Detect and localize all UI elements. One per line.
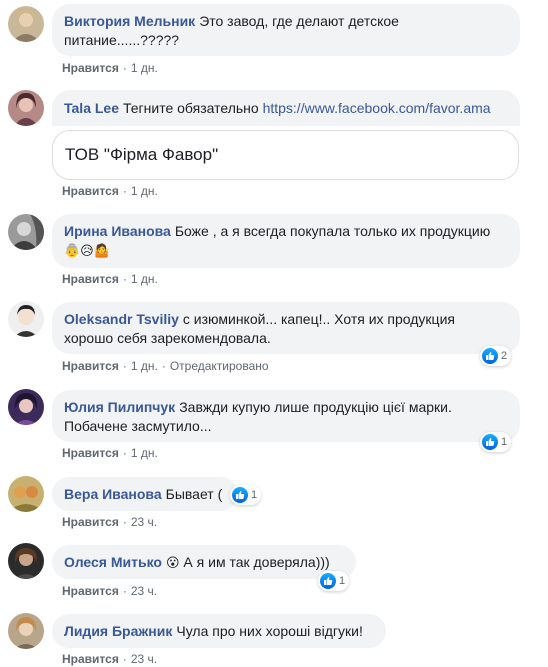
comment-time[interactable]: 1 дн. <box>131 184 158 198</box>
avatar[interactable] <box>8 476 44 512</box>
thumbs-up-icon <box>482 348 498 364</box>
comment-author[interactable]: Oleksandr Tsviliy <box>64 311 179 327</box>
comment-time[interactable]: 1 дн. <box>131 272 158 286</box>
comment-text: Бывает ( <box>165 486 223 502</box>
like-link[interactable]: Нравится <box>62 272 119 286</box>
reaction-count[interactable]: 2 <box>480 346 512 366</box>
comment-time[interactable]: 1 дн. <box>131 61 158 75</box>
thumbs-up-icon <box>482 434 498 450</box>
comment-author[interactable]: Tala Lee <box>64 100 119 116</box>
edited-label[interactable]: Отредактировано <box>170 359 269 373</box>
like-link[interactable]: Нравится <box>62 515 119 529</box>
reaction-number: 1 <box>501 436 508 448</box>
like-link[interactable]: Нравится <box>62 61 119 75</box>
comment-meta: Нравится · 23 ч. <box>62 652 158 666</box>
comment-time[interactable]: 1 дн. <box>131 359 158 373</box>
reaction-number: 1 <box>339 575 346 587</box>
comment-bubble: Юлия Пилипчук Завжди купую лише продукцію… <box>52 390 520 442</box>
avatar[interactable] <box>8 6 44 42</box>
comment-bubble: Tala Lee Тегните обязательно https://www.… <box>52 90 520 126</box>
like-link[interactable]: Нравится <box>62 359 119 373</box>
comment-text: Тегните обязательно <box>123 100 263 116</box>
comment-author[interactable]: Юлия Пилипчук <box>64 399 175 415</box>
comment-meta: Нравится · 1 дн. <box>62 272 158 286</box>
surprised-face-icon: 😮 <box>165 555 180 570</box>
comment-bubble: Олеся Митько 😮 А я им так доверяла))) <box>52 545 356 579</box>
comment-bubble: Лидия Бражник Чула про них хороші відгуки… <box>52 614 386 648</box>
comment-meta: Нравится · 23 ч. <box>62 584 158 598</box>
thumbs-up-icon <box>232 487 248 503</box>
reaction-number: 1 <box>251 489 258 501</box>
like-link[interactable]: Нравится <box>62 584 119 598</box>
comment-meta: Нравится · 1 дн. <box>62 446 158 460</box>
avatar[interactable] <box>8 389 44 425</box>
reaction-number: 2 <box>501 350 508 362</box>
comment-bubble: Oleksandr Tsviliy с изюминкой... капец!..… <box>52 302 520 354</box>
comment-time[interactable]: 1 дн. <box>131 446 158 460</box>
reaction-count[interactable]: 1 <box>318 571 350 591</box>
comment-text: Боже , а я всегда покупала только их про… <box>174 223 491 239</box>
like-link[interactable]: Нравится <box>62 184 119 198</box>
comment-text: А я им так доверяла))) <box>179 554 330 570</box>
link-preview-card[interactable]: ТОВ "Фірма Фавор" <box>52 130 519 180</box>
avatar[interactable] <box>8 613 44 649</box>
comment-author[interactable]: Виктория Мельник <box>64 13 195 29</box>
comment-bubble: Ирина Иванова Боже , а я всегда покупала … <box>52 214 520 268</box>
link-preview-title: ТОВ "Фірма Фавор" <box>65 145 219 164</box>
comment-meta: Нравится · 23 ч. <box>62 515 158 529</box>
reaction-count[interactable]: 1 <box>230 485 262 505</box>
comment-emojis: 👵😥🤷 <box>64 243 110 258</box>
comment-time[interactable]: 23 ч. <box>131 584 157 598</box>
avatar[interactable] <box>8 214 44 250</box>
comment-author[interactable]: Олеся Митько <box>64 554 162 570</box>
comment-author[interactable]: Ирина Иванова <box>64 223 171 239</box>
comment-link[interactable]: https://www.facebook.com/favor.ama <box>263 100 491 116</box>
comment-text: Чула про них хороші відгуки! <box>176 623 363 639</box>
comment-bubble: Вера Иванова Бывает ( <box>52 477 238 511</box>
avatar[interactable] <box>8 543 44 579</box>
reaction-count[interactable]: 1 <box>480 432 512 452</box>
comment-time[interactable]: 23 ч. <box>131 652 157 666</box>
comment-author[interactable]: Вера Иванова <box>64 486 162 502</box>
comment-meta: Нравится · 1 дн. · Отредактировано <box>62 359 269 373</box>
comment-time[interactable]: 23 ч. <box>131 515 157 529</box>
comment-author[interactable]: Лидия Бражник <box>64 623 172 639</box>
like-link[interactable]: Нравится <box>62 446 119 460</box>
avatar[interactable] <box>8 90 44 126</box>
avatar[interactable] <box>8 301 44 337</box>
like-link[interactable]: Нравится <box>62 652 119 666</box>
comment-meta: Нравится · 1 дн. <box>62 184 158 198</box>
comment-meta: Нравится · 1 дн. <box>62 61 158 75</box>
thumbs-up-icon <box>320 573 336 589</box>
comment-bubble: Виктория Мельник Это завод, где делают де… <box>52 4 520 56</box>
